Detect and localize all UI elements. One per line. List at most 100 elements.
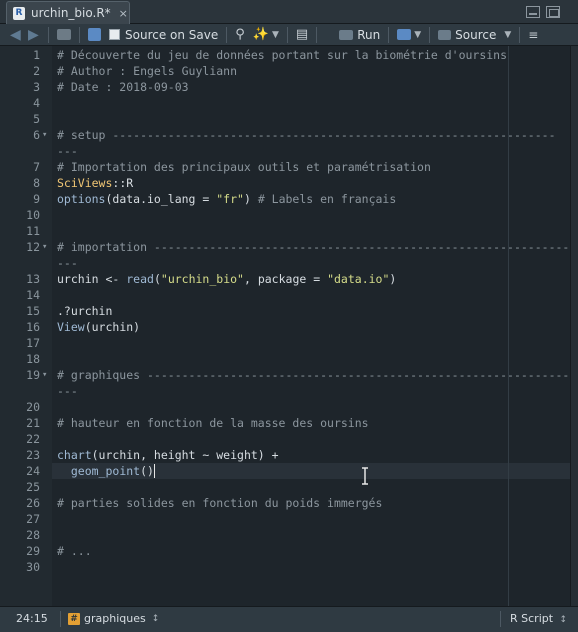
code-line: # setup --------------------------------… — [57, 128, 556, 142]
find-button[interactable]: ⚲ — [231, 26, 249, 44]
toolbar-divider — [48, 26, 49, 43]
file-type-label: R Script — [510, 612, 554, 625]
close-icon[interactable]: × — [119, 7, 128, 20]
chevron-down-icon: ▼ — [271, 29, 279, 40]
line-number: 16 — [26, 320, 40, 334]
line-number: 14 — [26, 288, 40, 302]
arrow-right-icon: ▶ — [28, 26, 39, 43]
run-arrow-icon — [339, 29, 354, 40]
text-cursor-icon — [362, 467, 368, 485]
print-margin — [508, 46, 509, 606]
code-line: View(urchin) — [57, 320, 141, 334]
rerun-button[interactable]: ▼ — [393, 26, 425, 44]
line-number: 7 — [33, 160, 40, 174]
chevron-updown-icon: ↕ — [151, 613, 160, 624]
line-number: 21 — [26, 416, 40, 430]
source-on-save-checkbox[interactable]: Source on Save — [105, 26, 222, 44]
line-number: 2 — [33, 64, 40, 78]
line-number: 18 — [26, 352, 40, 366]
toolbar-divider — [226, 26, 228, 43]
arrow-left-icon: ◀ — [10, 26, 21, 43]
line-number: 4 — [33, 96, 40, 110]
vertical-scrollbar[interactable] — [570, 46, 578, 606]
show-in-window-button[interactable] — [53, 26, 75, 44]
chevron-down-icon: ▼ — [504, 29, 512, 40]
code-line: options(data.io_lang = "fr") # Labels en… — [57, 192, 397, 206]
checkbox-icon — [109, 29, 120, 40]
section-navigator[interactable]: # graphiques ↕ — [68, 612, 159, 625]
status-divider — [500, 611, 501, 627]
code-tools-button[interactable]: ✨ ▼ — [249, 26, 283, 44]
file-tab[interactable]: R urchin_bio.R* × — [6, 1, 130, 24]
r-file-icon: R — [13, 6, 25, 20]
maximize-pane-icon[interactable] — [546, 6, 560, 18]
chevron-updown-icon: ↕ — [559, 615, 568, 625]
code-line: .?urchin — [57, 304, 113, 318]
line-number: 25 — [26, 480, 40, 494]
line-number: 8 — [33, 176, 40, 190]
compile-report-button[interactable]: ▤ — [292, 26, 312, 44]
file-tab-title: urchin_bio.R* — [31, 6, 111, 20]
status-divider — [60, 611, 61, 627]
line-number: 19 — [0, 367, 47, 383]
run-label: Run — [357, 27, 381, 42]
section-name: graphiques — [84, 612, 146, 625]
editor-toolbar: ◀ ▶ Source on Save ⚲ ✨ ▼ ▤ Run ▼ Source ▼… — [0, 24, 578, 46]
outline-button[interactable]: ≡ — [524, 26, 542, 44]
menu-lines-icon: ≡ — [528, 27, 539, 42]
source-button[interactable]: Source ▼ — [434, 26, 515, 44]
toolbar-divider — [79, 26, 80, 43]
line-number: 20 — [26, 400, 40, 414]
line-number: 28 — [26, 528, 40, 542]
section-hash-icon: # — [68, 612, 80, 625]
back-button[interactable]: ◀ — [8, 26, 26, 44]
tab-bar: R urchin_bio.R* × — [0, 0, 578, 24]
run-button[interactable]: Run — [335, 26, 384, 44]
line-number: 17 — [26, 336, 40, 350]
line-number: 6 — [0, 127, 47, 143]
chevron-down-icon: ▼ — [414, 29, 422, 40]
toolbar-divider — [519, 26, 521, 43]
line-number: 9 — [33, 192, 40, 206]
line-number: 27 — [26, 512, 40, 526]
code-line: # Date : 2018-09-03 — [57, 80, 189, 94]
text-caret — [154, 464, 156, 478]
save-icon — [88, 28, 101, 41]
search-icon: ⚲ — [235, 27, 245, 42]
line-number: 22 — [26, 432, 40, 446]
minimize-pane-icon[interactable] — [526, 6, 540, 18]
line-number: 5 — [33, 112, 40, 126]
document-icon: ▤ — [295, 27, 309, 42]
code-line: # importation --------------------------… — [57, 240, 570, 254]
code-line: # parties solides en fonction du poids i… — [57, 496, 383, 510]
code-line: # Découverte du jeu de données portant s… — [57, 48, 508, 62]
line-number: 1 — [33, 48, 40, 62]
forward-button[interactable]: ▶ — [26, 26, 44, 44]
code-line: SciViews::R — [57, 176, 134, 190]
line-number: 29 — [26, 544, 40, 558]
code-line: urchin <- read("urchin_bio", package = "… — [57, 272, 397, 286]
line-number: 11 — [26, 224, 40, 238]
code-line: --- — [57, 144, 78, 158]
code-editor[interactable]: # Découverte du jeu de données portant s… — [52, 46, 570, 606]
line-number: 26 — [26, 496, 40, 510]
cursor-position: 24:15 — [16, 612, 48, 625]
code-line: chart(urchin, height ~ weight) + — [57, 448, 279, 462]
pop-out-icon — [57, 29, 71, 40]
code-line: --- — [57, 384, 78, 398]
code-line: # Author : Engels Guyliann — [57, 64, 238, 78]
code-line: # Importation des principaux outils et p… — [57, 160, 431, 174]
line-number: 23 — [26, 448, 40, 462]
line-number: 15 — [26, 304, 40, 318]
code-line: --- — [57, 256, 78, 270]
line-number: 24 — [26, 464, 40, 478]
source-on-save-label: Source on Save — [125, 27, 219, 42]
toolbar-divider — [316, 26, 318, 43]
code-line: # graphiques ---------------------------… — [57, 368, 570, 382]
magic-wand-icon: ✨ — [252, 27, 269, 42]
line-number: 10 — [26, 208, 40, 222]
source-label: Source — [455, 27, 497, 42]
code-line: # ... — [57, 544, 92, 558]
save-button[interactable] — [84, 26, 105, 44]
file-type-selector[interactable]: R Script ↕ — [510, 612, 567, 625]
